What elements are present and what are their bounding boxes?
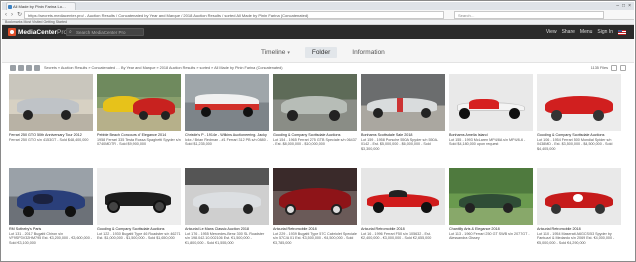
car-photo[interactable] — [273, 168, 357, 225]
grid-item[interactable]: Gooding & Company Scottsdale Auctions Lot… — [97, 168, 181, 260]
grid-item[interactable]: Bonhams Scottsdale Sale 2018 Lot 159 - 19… — [361, 74, 445, 166]
favicon-icon — [8, 5, 12, 9]
item-desc: Lot 106 - 1954 Ferrari 500 Mondial Spide… — [537, 137, 613, 151]
sign-in-link[interactable]: Sign In — [597, 29, 613, 35]
grid-item[interactable]: Ferrari 250 GTO 50th Anniversary Tour 20… — [9, 74, 93, 166]
grid-item[interactable]: Bonhams Amelia Island Lot 155 - 1993 McLa… — [449, 74, 533, 166]
header-links: View Share Menu Sign In — [546, 28, 626, 36]
car-photo[interactable] — [185, 168, 269, 225]
car-photo[interactable] — [449, 168, 533, 225]
browser-window: All Made by Pinin Farina Lo… – □ × ‹ › ↻… — [0, 0, 636, 262]
item-desc: Lot 16 - 1996 Ferrari F50 s/n 105632 - E… — [361, 231, 432, 241]
item-title: Ferrari 250 GTO 50th Anniversary Tour 20… — [9, 133, 82, 137]
item-desc: Lot 131 - 2017 Bugatti Chiron s/n VF9SP3… — [9, 231, 93, 245]
car-photo[interactable] — [361, 168, 445, 225]
view-link[interactable]: View — [546, 29, 557, 35]
grid-view-icon[interactable] — [18, 65, 24, 71]
maximize-icon[interactable]: □ — [622, 2, 625, 10]
forward-icon[interactable]: › — [11, 11, 13, 19]
list-view-icon[interactable] — [26, 65, 32, 71]
next-page-button[interactable] — [620, 65, 626, 71]
item-desc: Ickx / Brian Redman - #1 Ferrari 312 PB … — [185, 137, 269, 147]
app-search-placeholder: Search MediaCenter Pro — [76, 30, 126, 35]
car-photo[interactable] — [273, 74, 357, 131]
car-photo[interactable] — [537, 74, 621, 131]
grid-item[interactable]: Gooding & Company Scottsdale Auctions Lot… — [273, 74, 357, 166]
car-photo[interactable] — [449, 74, 533, 131]
grid-item[interactable]: Chantilly Arts & Elegance 2018 Lot 113 - … — [449, 168, 533, 260]
item-desc: Lot 110 - 1954 Maserati A6GCS/53 Spyder … — [537, 231, 615, 245]
search-icon: ⌕ — [69, 29, 72, 35]
file-count-area: 1135 Files — [591, 65, 626, 71]
back-icon[interactable]: ‹ — [5, 11, 7, 19]
car-photo[interactable] — [361, 74, 445, 131]
item-title: Christie's P - 1914e - Wilkins Auctionee… — [185, 133, 267, 137]
breadcrumb[interactable]: Secrets » Auction Results » Concatenated… — [44, 66, 404, 70]
browser-tab[interactable]: All Made by Pinin Farina Lo… — [6, 2, 76, 10]
tab-title: All Made by Pinin Farina Lo… — [13, 4, 66, 9]
app-search-input[interactable]: ⌕ Search MediaCenter Pro — [66, 28, 144, 36]
tab-timeline[interactable]: Timeline ▾ — [254, 47, 297, 58]
close-icon[interactable]: × — [628, 2, 631, 10]
file-count: 1135 Files — [590, 66, 608, 70]
item-desc: Lot 113 - 1960 Ferrari 250 GT SWB s/n 20… — [449, 231, 530, 241]
item-desc: Lot 155 - 1993 McLaren MP4/8A s/n MP4/8-… — [449, 137, 526, 147]
logo-text: MediaCenter — [18, 28, 58, 36]
home-icon[interactable] — [10, 65, 16, 71]
item-desc: Ferrari 250 GTO s/n 4153GT - Sold $48,40… — [9, 137, 89, 142]
grid-item[interactable]: Artcurial Le Mans Classic Auction 2018 Lo… — [185, 168, 269, 260]
minimize-icon[interactable]: – — [616, 2, 619, 10]
browser-tabbar: All Made by Pinin Farina Lo… – □ × — [2, 2, 634, 10]
tab-folder[interactable]: Folder — [304, 47, 338, 58]
flag-us-icon[interactable] — [618, 29, 626, 35]
car-photo[interactable] — [97, 74, 181, 131]
prev-page-button[interactable] — [611, 65, 617, 71]
car-photo[interactable] — [9, 74, 93, 131]
menu-link[interactable]: Menu — [580, 29, 593, 35]
app-header: MediaCenterPro ⌕ Search MediaCenter Pro … — [2, 25, 634, 39]
browser-toolbar: ‹ › ↻ https://secrets.mediacenter.pro/ -… — [2, 10, 634, 20]
address-bar[interactable]: https://secrets.mediacenter.pro/ - Aucti… — [24, 11, 444, 19]
tab-information[interactable]: Information — [345, 47, 392, 58]
item-desc: Lot 176 - 1955 Mercedes-Benz 300 SL Road… — [185, 231, 265, 245]
grid-item[interactable]: Artcurial Retromobile 2018 Lot 229 - 1939… — [273, 168, 357, 260]
breadcrumb-row: Secrets » Auction Results » Concatenated… — [2, 63, 634, 74]
window-controls: – □ × — [616, 2, 631, 10]
view-switcher: Timeline ▾ Folder Information — [2, 39, 634, 63]
grid-item[interactable]: RM Sotheby's Paris Lot 131 - 2017 Bugatti… — [9, 168, 93, 260]
car-photo[interactable] — [97, 168, 181, 225]
grid-item[interactable]: Gooding & Company Scottsdale Auctions Lot… — [537, 74, 621, 166]
car-photo[interactable] — [185, 74, 269, 131]
toolbar-icons — [10, 65, 40, 71]
app-logo[interactable]: MediaCenterPro — [8, 28, 67, 36]
share-link[interactable]: Share — [562, 29, 575, 35]
grid-item[interactable]: Artcurial Retromobile 2018 Lot 110 - 1954… — [537, 168, 621, 260]
sort-icon[interactable] — [34, 65, 40, 71]
item-desc: 1958 Ferrari 335 Testa Rossa Spaghetti S… — [97, 137, 181, 147]
grid-item[interactable]: Artcurial Retromobile 2018 Lot 16 - 1996 … — [361, 168, 445, 260]
logo-icon — [8, 28, 16, 36]
reload-icon[interactable]: ↻ — [17, 11, 22, 19]
grid-item[interactable]: Christie's P - 1914e - Wilkins Auctionee… — [185, 74, 269, 166]
item-desc: Lot 154 - 1965 Ferrari 275 GTB Speciale … — [273, 137, 357, 147]
item-desc: Lot 229 - 1939 Bugatti Type 57C Cabriole… — [273, 231, 357, 245]
item-desc: Lot 122 - 1930 Bugatti Type 46 Roadster … — [97, 231, 181, 241]
car-photo[interactable] — [9, 168, 93, 225]
grid-item[interactable]: Pebble Beach Concours d' Elegance 2014 19… — [97, 74, 181, 166]
browser-search-input[interactable]: Search… — [454, 11, 604, 19]
thumbnail-grid: Ferrari 250 GTO 50th Anniversary Tour 20… — [9, 74, 629, 260]
chevron-down-icon: ▾ — [287, 50, 290, 56]
car-photo[interactable] — [537, 168, 621, 225]
item-desc: Lot 159 - 1958 Porsche 550A Spyder s/n 5… — [361, 137, 439, 151]
